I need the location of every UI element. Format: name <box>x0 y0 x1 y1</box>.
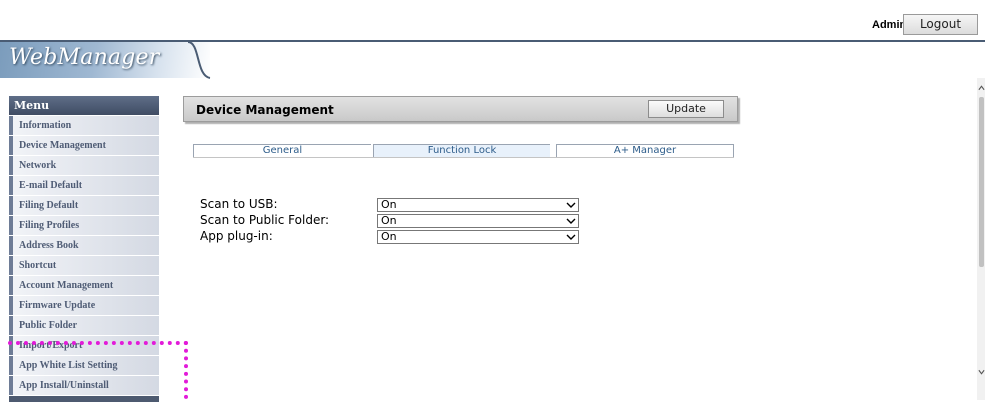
update-button[interactable]: Update <box>648 100 724 118</box>
tab-function-lock[interactable]: Function Lock <box>373 144 550 158</box>
sidebar-item-address-book[interactable]: Address Book <box>9 236 159 255</box>
chevron-down-icon <box>566 218 576 224</box>
sidebar-item-public-folder[interactable]: Public Folder <box>9 316 159 335</box>
sidebar-item-account-management[interactable]: Account Management <box>9 276 159 295</box>
sidebar-item-shortcut[interactable]: Shortcut <box>9 256 159 275</box>
sidebar-item-app-install-uninstall[interactable]: App Install/Uninstall <box>9 376 159 395</box>
scan-to-usb-value: On <box>381 198 397 211</box>
header-divider <box>188 40 985 42</box>
sidebar-item-email-default[interactable]: E-mail Default <box>9 176 159 195</box>
scan-to-usb-select[interactable]: On <box>377 198 579 212</box>
scan-to-public-folder-label: Scan to Public Folder: <box>200 213 330 227</box>
scan-to-public-folder-value: On <box>381 214 397 227</box>
device-management-panel: Device Management Update <box>183 96 738 122</box>
tab-general[interactable]: General <box>193 144 371 158</box>
sidebar-item-filing-profiles[interactable]: Filing Profiles <box>9 216 159 235</box>
menu-title: Menu <box>9 96 159 115</box>
sidebar-item-import-export[interactable]: Import/Export <box>9 336 159 355</box>
webmanager-logo: WebManager <box>9 45 160 70</box>
sidebar-item-firmware-update[interactable]: Firmware Update <box>9 296 159 315</box>
app-plug-in-select[interactable]: On <box>377 230 579 244</box>
user-name: Admin <box>872 19 907 31</box>
app-plug-in-value: On <box>381 230 397 243</box>
sidebar-menu: Menu Information Device Management Netwo… <box>9 96 159 402</box>
tab-a-plus-manager[interactable]: A+ Manager <box>556 144 734 158</box>
logout-button[interactable]: Logout <box>903 14 978 35</box>
menu-footer <box>9 396 159 402</box>
header-divider-left <box>0 40 210 42</box>
sidebar-item-network[interactable]: Network <box>9 156 159 175</box>
scroll-down-icon[interactable] <box>978 368 985 376</box>
sidebar-item-app-white-list-setting[interactable]: App White List Setting <box>9 356 159 375</box>
chevron-down-icon <box>566 202 576 208</box>
top-bar <box>0 0 985 42</box>
header-curve <box>187 41 211 79</box>
scan-to-usb-label: Scan to USB: <box>200 197 278 211</box>
sidebar-item-information[interactable]: Information <box>9 116 159 135</box>
app-plug-in-label: App plug-in: <box>200 229 273 243</box>
chevron-down-icon <box>566 234 576 240</box>
scrollbar-thumb[interactable] <box>979 97 984 267</box>
scan-to-public-folder-select[interactable]: On <box>377 214 579 228</box>
sidebar-item-filing-default[interactable]: Filing Default <box>9 196 159 215</box>
page-title: Device Management <box>196 103 334 117</box>
sidebar-item-device-management[interactable]: Device Management <box>9 136 159 155</box>
tab-divider <box>193 157 734 158</box>
scroll-up-icon[interactable] <box>978 84 985 92</box>
